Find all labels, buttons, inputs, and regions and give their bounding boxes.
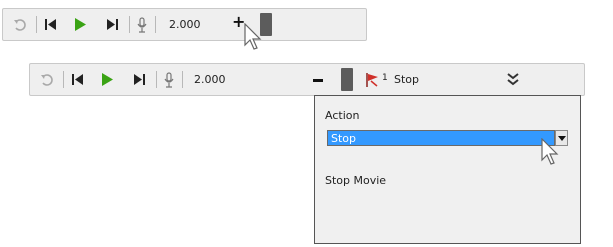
action-heading: Action	[325, 109, 360, 122]
play-icon[interactable]	[75, 18, 86, 31]
undo-icon[interactable]	[40, 73, 54, 87]
toolbar-collapsed: 2.000 +	[2, 8, 367, 50]
undo-icon[interactable]	[13, 18, 27, 32]
action-panel: Action Stop Stop Movie	[314, 95, 581, 244]
play-icon[interactable]	[102, 73, 113, 86]
value-field[interactable]: 2.000	[169, 18, 201, 31]
separator	[63, 71, 64, 88]
microphone-icon[interactable]	[164, 72, 174, 88]
separator	[155, 16, 156, 33]
mouse-cursor-icon	[244, 22, 264, 54]
action-count-badge: 1	[382, 73, 388, 83]
action-label[interactable]: Stop	[394, 73, 419, 86]
action-flag-icon	[366, 72, 380, 88]
mouse-cursor-icon	[541, 137, 561, 169]
action-select[interactable]: Stop	[327, 130, 555, 146]
toolbar-expanded: 2.000 1 Stop	[29, 63, 585, 96]
last-frame-icon[interactable]	[133, 74, 145, 85]
expand-double-chevron-icon[interactable]	[506, 72, 520, 86]
first-frame-icon[interactable]	[45, 19, 57, 30]
value-field[interactable]: 2.000	[194, 73, 226, 86]
separator	[36, 16, 37, 33]
action-select-value: Stop	[331, 132, 357, 145]
minus-icon[interactable]	[313, 79, 323, 82]
separator	[129, 16, 130, 33]
microphone-icon[interactable]	[137, 17, 147, 33]
last-frame-icon[interactable]	[106, 19, 118, 30]
first-frame-icon[interactable]	[72, 74, 84, 85]
separator	[182, 71, 183, 88]
drag-grip-icon[interactable]	[341, 68, 353, 91]
action-description: Stop Movie	[325, 174, 387, 187]
separator	[156, 71, 157, 88]
